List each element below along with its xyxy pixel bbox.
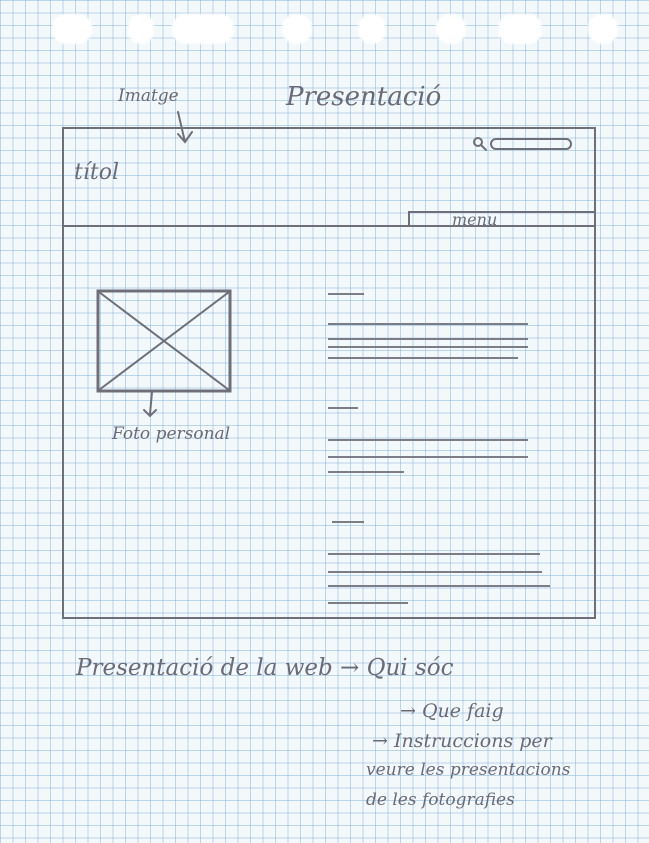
photo-label: Foto personal [112, 424, 231, 444]
binder-hole [172, 14, 234, 44]
search-input [490, 138, 572, 150]
footer-line-4: veure les presentacions [366, 760, 571, 780]
text-line [328, 456, 528, 458]
text-line [328, 338, 528, 340]
graph-paper-sheet: Imatge Presentació títol menu Foto perso… [0, 0, 649, 843]
page-title: Presentació [286, 82, 442, 112]
text-line [328, 346, 528, 348]
binder-hole [358, 14, 386, 44]
heading-line [328, 407, 358, 409]
binder-hole [52, 14, 92, 44]
footer-line-1: Presentació de la web → Qui sóc [76, 655, 454, 681]
text-line [328, 471, 404, 473]
site-title: títol [74, 160, 119, 185]
binder-hole [436, 14, 466, 44]
footer-line-3: → Instruccions per [372, 730, 552, 752]
search-icon [473, 137, 487, 151]
binder-hole [498, 14, 542, 44]
footer-line-2: → Que faig [400, 700, 504, 722]
text-line [328, 602, 408, 604]
text-line [328, 439, 528, 441]
binder-hole [588, 14, 618, 44]
image-placeholder-icon [96, 289, 232, 393]
binder-hole [128, 14, 154, 44]
binder-hole [282, 14, 312, 44]
arrow-icon [143, 391, 157, 418]
heading-line [332, 521, 364, 523]
text-line [328, 323, 528, 325]
header-image-annotation: Imatge [118, 86, 179, 106]
text-line [328, 585, 550, 587]
menu-box [408, 211, 594, 226]
text-line [328, 571, 542, 573]
footer-line-5: de les fotografies [366, 790, 515, 810]
text-line [328, 357, 518, 359]
menu-label: menu [452, 210, 498, 229]
heading-line [328, 293, 364, 295]
text-line [328, 553, 540, 555]
